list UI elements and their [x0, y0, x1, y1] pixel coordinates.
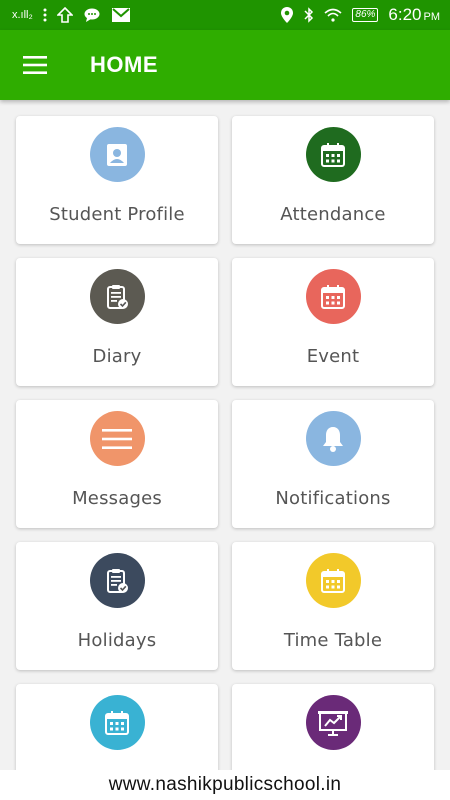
status-left: x.ıll₂ — [12, 7, 131, 23]
battery-level: 86% — [352, 8, 379, 22]
gmail-icon — [111, 7, 131, 23]
lines-icon — [89, 411, 145, 466]
signal-icon: x.ıll₂ — [12, 9, 33, 21]
tile-label: Attendance — [280, 204, 386, 225]
tile-label: Messages — [72, 488, 162, 509]
clipboard-check-icon — [89, 553, 145, 608]
page-title: HOME — [90, 52, 158, 77]
calendar-icon — [305, 269, 361, 324]
chat-bubble-icon — [83, 7, 101, 23]
hamburger-menu-icon — [23, 56, 47, 74]
tile-label: Event — [306, 346, 360, 367]
wifi-icon — [324, 8, 342, 22]
tile-attendance[interactable]: Attendance — [232, 116, 434, 244]
presentation-chart-icon — [305, 695, 361, 750]
tile-label: Student Profile — [49, 204, 185, 225]
tile-holidays[interactable]: Holidays — [16, 542, 218, 670]
contact-card-icon — [89, 127, 145, 182]
dashboard-grid: Student Profile Attendance Diary Event Messa… — [16, 116, 434, 800]
tile-notifications[interactable]: Notifications — [232, 400, 434, 528]
calendar-icon — [305, 553, 361, 608]
tile-time-table[interactable]: Time Table — [232, 542, 434, 670]
location-pin-icon — [280, 6, 294, 24]
tile-messages[interactable]: Messages — [16, 400, 218, 528]
tile-label: Holidays — [77, 630, 157, 651]
app-bar: HOME — [0, 30, 450, 100]
tile-diary[interactable]: Diary — [16, 258, 218, 386]
status-right: 86% 6:20 PM — [280, 5, 440, 25]
clock: 6:20 PM — [388, 5, 440, 24]
upload-icon — [56, 7, 73, 23]
footer-url: www.nashikpublicschool.in — [0, 770, 450, 800]
menu-button[interactable] — [0, 30, 70, 100]
tile-student-profile[interactable]: Student Profile — [16, 116, 218, 244]
clipboard-check-icon — [89, 269, 145, 324]
tile-label: Time Table — [283, 630, 383, 651]
calendar-icon — [305, 127, 361, 182]
tile-label: Notifications — [275, 488, 391, 509]
more-vert-icon — [43, 8, 47, 22]
tile-event[interactable]: Event — [232, 258, 434, 386]
bluetooth-icon — [304, 7, 314, 23]
bell-icon — [305, 411, 361, 466]
status-bar: x.ıll₂ 86% 6:20 PM — [0, 0, 450, 30]
calendar-icon — [89, 695, 145, 750]
tile-label: Diary — [92, 346, 142, 367]
